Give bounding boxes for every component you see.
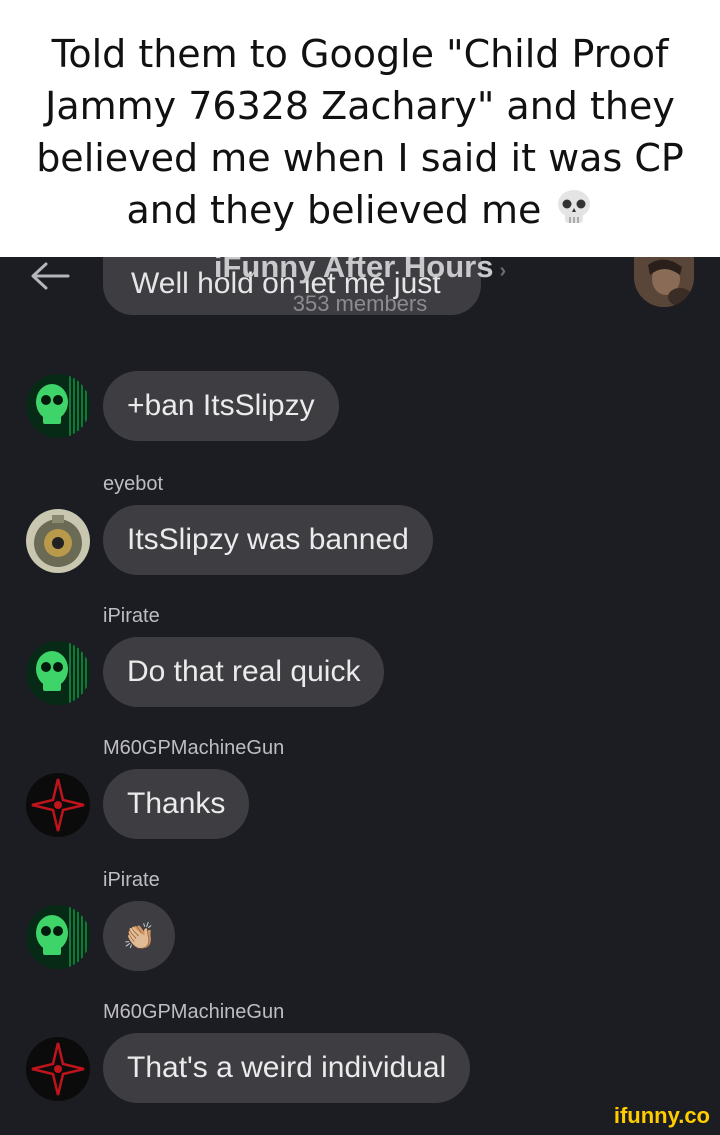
message-bubble[interactable]: That's a weird individual xyxy=(103,1033,471,1103)
green-skull-avatar-image xyxy=(26,905,90,969)
red-star-avatar[interactable] xyxy=(26,773,90,837)
message-bubble[interactable]: ItsSlipzy was banned xyxy=(103,505,433,575)
group-title-text: iFunny After Hours xyxy=(213,257,494,284)
sender-name[interactable]: iPirate xyxy=(103,605,160,628)
caption-text: Told them to Google "Child Proof Jammy 7… xyxy=(20,28,700,236)
green-skull-avatar[interactable] xyxy=(26,905,90,969)
green-skull-avatar-image xyxy=(26,374,90,438)
group-title[interactable]: iFunny After Hours › xyxy=(0,257,720,285)
ifunny-watermark: ifunny.co xyxy=(613,1103,710,1128)
skull-emoji-icon xyxy=(557,190,590,223)
red-star-avatar-image xyxy=(26,773,90,837)
eyebot-avatar-image xyxy=(26,509,90,573)
eyebot-avatar[interactable] xyxy=(26,509,90,573)
chat-header: iFunny After Hours › 353 members xyxy=(0,257,720,317)
green-skull-avatar[interactable] xyxy=(26,641,90,705)
red-star-avatar[interactable] xyxy=(26,1037,90,1101)
message-bubble[interactable]: 👏🏼 xyxy=(103,901,176,971)
sender-name[interactable]: M60GPMachineGun xyxy=(103,737,284,760)
chevron-right-icon: › xyxy=(499,260,507,282)
sender-name[interactable]: iPirate xyxy=(103,869,160,892)
message-bubble[interactable]: Do that real quick xyxy=(103,637,385,707)
green-skull-avatar[interactable] xyxy=(26,374,90,438)
meme-caption: Told them to Google "Child Proof Jammy 7… xyxy=(0,0,720,257)
clapping-hands-emoji: 👏🏼 xyxy=(123,921,156,951)
sender-name[interactable]: M60GPMachineGun xyxy=(103,1001,284,1024)
chat-screen: Well hold on let me just iFunny After Ho… xyxy=(0,257,720,1135)
sender-name[interactable]: eyebot xyxy=(103,473,163,496)
message-bubble[interactable]: Thanks xyxy=(103,769,250,839)
member-count: 353 members xyxy=(292,291,428,316)
red-star-avatar-image xyxy=(26,1037,90,1101)
green-skull-avatar-image xyxy=(26,641,90,705)
message-bubble[interactable]: +ban ItsSlipzy xyxy=(103,371,339,441)
